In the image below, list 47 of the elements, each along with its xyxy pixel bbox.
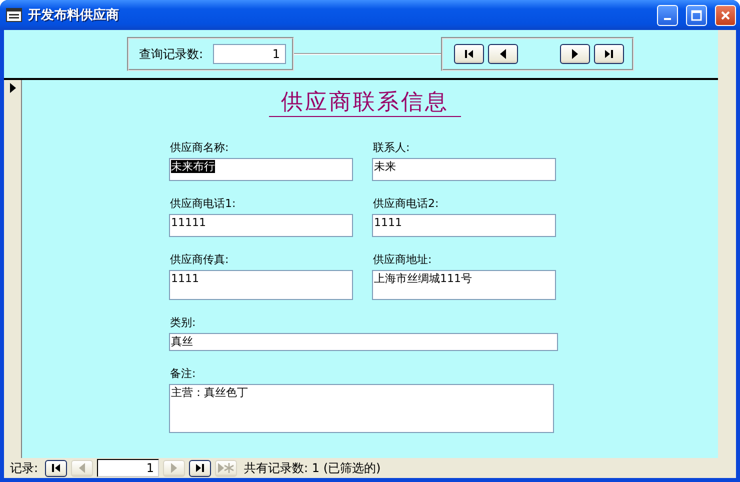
- record-label: 记录:: [10, 460, 38, 476]
- window-title: 开发布料供应商: [28, 6, 120, 24]
- previous-icon: [500, 49, 506, 59]
- first-record-button[interactable]: [45, 460, 68, 476]
- form-icon: [6, 8, 22, 22]
- query-count-label: 查询记录数:: [139, 46, 204, 62]
- input-field[interactable]: 未来布行: [169, 158, 353, 181]
- field-label: 供应商电话2:: [373, 197, 440, 211]
- new-record-icon: [218, 463, 234, 473]
- field-label: 供应商地址:: [373, 253, 433, 267]
- input-field[interactable]: 未来: [372, 158, 556, 181]
- current-record-icon: [10, 83, 16, 93]
- field-label: 备注:: [170, 367, 197, 381]
- close-button[interactable]: [715, 4, 736, 26]
- field-label: 类别:: [170, 316, 197, 330]
- next-icon: [171, 463, 178, 473]
- input-field[interactable]: 主营：真丝色丁: [169, 384, 554, 433]
- next-icon: [572, 49, 578, 59]
- last-record-button[interactable]: [189, 460, 212, 476]
- record-number-field[interactable]: 1: [97, 459, 160, 477]
- last-record-icon: [195, 463, 206, 473]
- field-label: 联系人:: [373, 141, 411, 155]
- input-field[interactable]: 1111: [169, 270, 353, 300]
- record-selector[interactable]: [4, 80, 22, 458]
- next-record-button[interactable]: [560, 44, 590, 64]
- minimize-button[interactable]: [657, 4, 678, 26]
- previous-icon: [79, 463, 86, 473]
- close-icon: [720, 10, 731, 20]
- record-count-text: 共有记录数: 1 (已筛选的): [244, 460, 381, 476]
- minimize-icon: [664, 18, 671, 20]
- query-count-field[interactable]: 1: [213, 44, 286, 64]
- input-field[interactable]: 11111: [169, 214, 353, 237]
- field-label: 供应商名称:: [170, 141, 230, 155]
- last-record-icon: [604, 49, 614, 59]
- last-record-button[interactable]: [594, 44, 624, 64]
- first-record-icon: [51, 463, 62, 473]
- input-field[interactable]: 真丝: [169, 333, 558, 351]
- form-title: 供应商联系信息: [269, 90, 461, 117]
- maximize-button[interactable]: [686, 4, 707, 26]
- field-label: 供应商传真:: [170, 253, 230, 267]
- previous-record-button[interactable]: [488, 44, 518, 64]
- field-label: 供应商电话1:: [170, 197, 237, 211]
- input-field[interactable]: 1111: [372, 214, 556, 237]
- maximize-icon: [691, 10, 702, 20]
- first-record-icon: [464, 49, 474, 59]
- first-record-button[interactable]: [454, 44, 484, 64]
- input-field[interactable]: 上海市丝绸城111号: [372, 270, 556, 300]
